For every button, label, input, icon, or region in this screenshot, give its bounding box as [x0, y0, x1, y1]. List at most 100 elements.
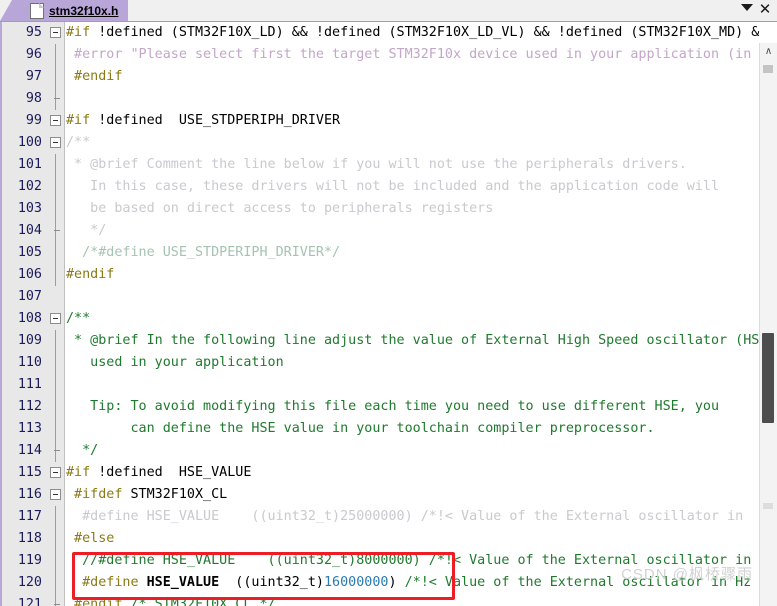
code-line-text: * @brief Comment the line below if you w… [66, 157, 687, 172]
scrollbar-marker [763, 65, 773, 73]
code-line-text: /*#define USE_STDPERIPH_DRIVER*/ [66, 245, 341, 260]
tab-stm32f10x-h[interactable]: stm32f10x.h [24, 0, 129, 21]
line-number: 98 [25, 91, 42, 106]
line-number: 116 [17, 487, 42, 502]
code-line-text: used in your application [66, 355, 284, 370]
code-line[interactable]: 105 /*#define USE_STDPERIPH_DRIVER*/ [2, 242, 777, 264]
line-number: 121 [17, 597, 42, 606]
code-line-text: #else [66, 531, 115, 546]
code-line-text: #error "Please select first the target S… [66, 47, 760, 62]
code-line[interactable]: 97 #endif [2, 66, 777, 88]
code-line[interactable]: 116 #ifdef STM32F10X_CL [2, 484, 777, 506]
code-line[interactable]: 99 #if !defined USE_STDPERIPH_DRIVER [2, 110, 777, 132]
line-number: 109 [17, 333, 42, 348]
close-icon[interactable]: ✕ [757, 1, 773, 18]
fold-guide-line [55, 220, 56, 242]
code-line-text: * @brief In the following line adjust th… [66, 333, 760, 348]
fold-end-marker-icon [54, 450, 60, 451]
code-line-text: In this case, these drivers will not be … [66, 179, 720, 194]
line-number: 108 [17, 311, 42, 326]
fold-guide-line [55, 550, 56, 572]
fold-guide-line [55, 198, 56, 220]
line-number: 97 [25, 69, 42, 84]
line-number: 120 [17, 575, 42, 590]
code-line[interactable]: 108 /** [2, 308, 777, 330]
scrollbar-thumb[interactable] [762, 333, 774, 423]
code-line-text: /** [66, 311, 91, 326]
fold-guide-line [55, 528, 56, 550]
fold-end-marker-icon [54, 230, 60, 231]
code-line[interactable]: 101 * @brief Comment the line below if y… [2, 154, 777, 176]
code-line[interactable]: 112 Tip: To avoid modifying this file ea… [2, 396, 777, 418]
vertical-scrollbar[interactable]: ∧ [759, 43, 777, 606]
fold-guide-line [55, 176, 56, 198]
code-line-text: #if !defined USE_STDPERIPH_DRIVER [66, 113, 341, 128]
code-line[interactable]: 104 */ [2, 220, 777, 242]
code-line-text: Tip: To avoid modifying this file each t… [66, 399, 720, 414]
fold-collapse-icon[interactable] [50, 115, 61, 126]
code-line[interactable]: 107 [2, 286, 777, 308]
fold-guide-line [55, 572, 56, 594]
code-line[interactable]: 111 [2, 374, 777, 396]
line-number: 95 [25, 25, 42, 40]
code-line-text: #endif [66, 69, 123, 84]
fold-guide-line [55, 418, 56, 440]
line-number: 115 [17, 465, 42, 480]
code-line[interactable]: 113 can define the HSE value in your too… [2, 418, 777, 440]
fold-guide-line [55, 396, 56, 418]
code-line-text: #endif [66, 267, 115, 282]
line-number: 101 [17, 157, 42, 172]
code-line[interactable]: 102 In this case, these drivers will not… [2, 176, 777, 198]
scroll-up-arrow-icon[interactable]: ∧ [760, 43, 777, 60]
fold-guide-line [55, 440, 56, 462]
fold-guide-line [55, 374, 56, 396]
code-editor-window: stm32f10x.h ✕ 95 #if !defined (STM32F10X_… [0, 0, 777, 606]
line-number: 104 [17, 223, 42, 238]
code-line[interactable]: 95 #if !defined (STM32F10X_LD) && !define… [2, 22, 777, 44]
editor-body: 95 #if !defined (STM32F10X_LD) && !define… [0, 22, 777, 606]
code-line[interactable]: 110 used in your application [2, 352, 777, 374]
line-number: 99 [25, 113, 42, 128]
line-number: 110 [17, 355, 42, 370]
code-line-text: */ [66, 443, 99, 458]
line-number: 105 [17, 245, 42, 260]
line-number: 111 [17, 377, 42, 392]
document-icon [30, 2, 44, 19]
code-line[interactable]: 118 #else [2, 528, 777, 550]
code-line-text: #if !defined (STM32F10X_LD) && !defined … [66, 25, 760, 40]
code-line-text: #ifdef STM32F10X_CL [66, 487, 228, 502]
fold-collapse-icon[interactable] [50, 489, 61, 500]
fold-end-marker-icon [54, 98, 60, 99]
code-line[interactable]: 106 #endif [2, 264, 777, 286]
code-line[interactable]: 103 be based on direct access to periphe… [2, 198, 777, 220]
fold-guide-line [55, 88, 56, 110]
line-number: 106 [17, 267, 42, 282]
fold-collapse-icon[interactable] [50, 137, 61, 148]
scrollbar-marker-2 [763, 503, 773, 509]
code-line[interactable]: 100 /** [2, 132, 777, 154]
fold-guide-line [55, 44, 56, 66]
code-line[interactable]: 114 */ [2, 440, 777, 462]
watermark: CSDN @枫桥骤雨 [621, 566, 753, 583]
line-number: 107 [17, 289, 42, 304]
code-line[interactable]: 117 #define HSE_VALUE ((uint32_t)2500000… [2, 506, 777, 528]
line-number: 117 [17, 509, 42, 524]
chevron-down-icon[interactable] [741, 4, 753, 11]
fold-collapse-icon[interactable] [50, 467, 61, 478]
fold-collapse-icon[interactable] [50, 313, 61, 324]
fold-guide-line [55, 154, 56, 176]
code-line[interactable]: 121 #endif /* STM32F10X_CL */ [2, 594, 777, 606]
code-line[interactable]: 115 #if !defined HSE_VALUE [2, 462, 777, 484]
fold-collapse-icon[interactable] [50, 27, 61, 38]
code-line[interactable]: 98 [2, 88, 777, 110]
code-line-text: #define HSE_VALUE ((uint32_t)25000000) /… [66, 509, 752, 524]
line-number: 96 [25, 47, 42, 62]
line-number: 100 [17, 135, 42, 150]
code-line[interactable]: 109 * @brief In the following line adjus… [2, 330, 777, 352]
fold-guide-line [55, 330, 56, 352]
code-line-text: */ [66, 223, 107, 238]
line-number: 118 [17, 531, 42, 546]
line-number: 102 [17, 179, 42, 194]
code-line[interactable]: 96 #error "Please select first the targe… [2, 44, 777, 66]
fold-guide-line [55, 66, 56, 88]
